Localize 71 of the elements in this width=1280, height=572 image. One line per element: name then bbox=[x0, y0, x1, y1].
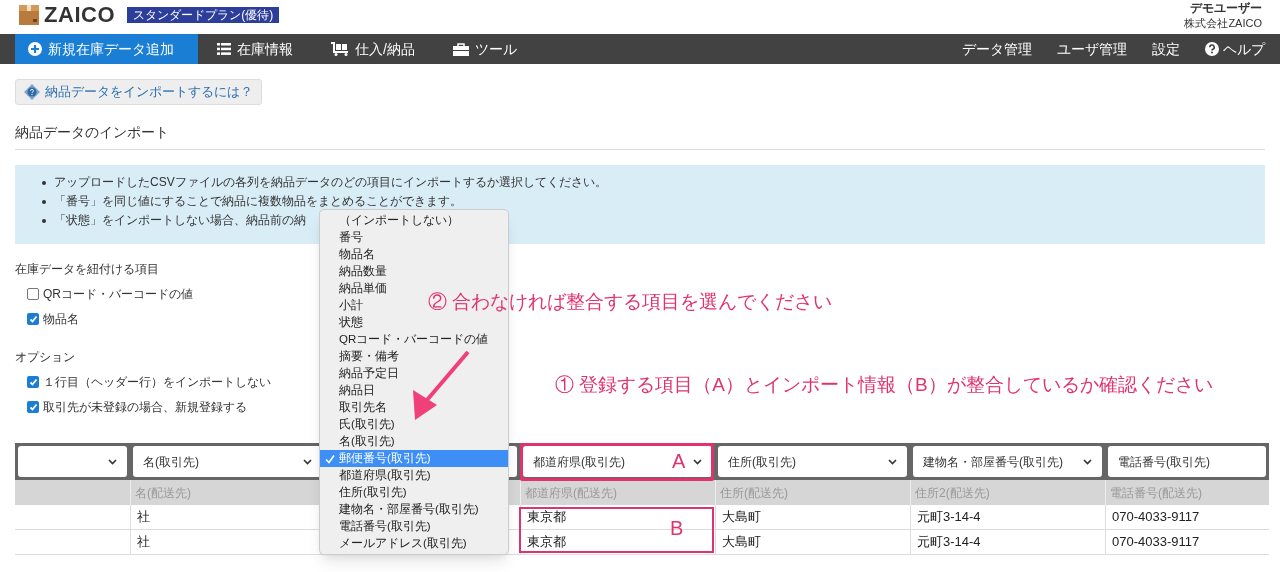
dropdown-option[interactable]: 納品日 bbox=[320, 382, 378, 399]
info-text: アップロードしたCSVファイルの各列を納品データのどの項目にインポートするか選択してください。 bbox=[54, 174, 607, 191]
table-cell: 元町3-14-4 bbox=[910, 505, 1105, 530]
nav-tab[interactable]: 在庫情報 bbox=[198, 34, 312, 64]
box-label: A bbox=[672, 449, 686, 473]
bullet-icon bbox=[42, 180, 46, 185]
dropdown-option[interactable]: 納品予定日 bbox=[320, 365, 402, 382]
chevron-down-icon bbox=[108, 458, 117, 465]
dropdown-option[interactable]: 納品数量 bbox=[320, 263, 390, 280]
nav-tab[interactable]: 仕入/納品 bbox=[312, 34, 434, 64]
dropdown-option[interactable]: 物品名 bbox=[320, 246, 378, 263]
dropdown-option[interactable]: 番号 bbox=[320, 229, 366, 246]
checkbox[interactable] bbox=[27, 288, 39, 300]
question-diamond-icon bbox=[24, 84, 40, 100]
column-select[interactable]: 建物名・部屋番号(取引先) bbox=[913, 446, 1102, 477]
dropdown-option[interactable]: QRコード・バーコードの値 bbox=[320, 331, 492, 348]
cart-icon bbox=[331, 42, 349, 56]
checkbox-label: １行目（ヘッダー行）をインポートしない bbox=[43, 374, 271, 391]
checkbox-label: 物品名 bbox=[43, 311, 79, 328]
user-name: デモユーザー bbox=[1190, 0, 1262, 16]
info-text: 「状態」をインポートしない場合、納品前の納 bbox=[54, 212, 306, 229]
nav-link[interactable]: データ管理 bbox=[962, 38, 1032, 60]
nav-tab[interactable]: 新規在庫データ追加 bbox=[15, 34, 198, 64]
column-select[interactable]: 住所(取引先) bbox=[718, 446, 907, 477]
dropdown-option[interactable]: 氏(取引先) bbox=[320, 416, 398, 433]
table-cell: 070-4033-9117 bbox=[1105, 505, 1269, 530]
checkmark-icon bbox=[325, 453, 335, 464]
chevron-down-icon bbox=[1083, 458, 1092, 465]
nav-link[interactable]: 設定 bbox=[1152, 38, 1180, 60]
group-title: オプション bbox=[15, 349, 75, 366]
annotation-text: ② 合わなければ整合する項目を選んでください bbox=[428, 290, 833, 314]
annotation-arrow bbox=[413, 350, 470, 420]
checkbox-label: 取引先が未登録の場合、新規登録する bbox=[43, 399, 247, 416]
section-title: 納品データのインポート bbox=[15, 124, 169, 140]
checkbox[interactable] bbox=[27, 376, 39, 388]
table-cell: 大島町 bbox=[715, 505, 910, 530]
company-name: 株式会社ZAICO bbox=[1184, 16, 1262, 31]
group-title: 在庫データを紐付ける項目 bbox=[15, 261, 159, 278]
info-text: 「番号」を同じ値にすることで納品に複数物品をまとめることができます。 bbox=[54, 193, 462, 210]
nav-link[interactable]: ヘルプ bbox=[1205, 38, 1265, 60]
chevron-down-icon bbox=[888, 458, 897, 465]
chevron-down-icon bbox=[303, 458, 312, 465]
table-cell: 元町3-14-4 bbox=[910, 530, 1105, 555]
dropdown-option[interactable]: 名(取引先) bbox=[320, 433, 398, 450]
chevron-down-icon bbox=[693, 458, 702, 465]
dropdown-option[interactable]: （インポートしない） bbox=[320, 212, 462, 229]
dropdown-option[interactable]: 小計 bbox=[320, 297, 366, 314]
help-icon bbox=[1205, 42, 1219, 56]
toolbox-icon bbox=[452, 42, 469, 56]
table-cell: 070-4033-9117 bbox=[1105, 530, 1269, 555]
list-icon bbox=[217, 43, 231, 55]
dropdown-option[interactable]: 状態 bbox=[320, 314, 366, 331]
checkbox[interactable] bbox=[27, 401, 39, 413]
checkbox-label: QRコード・バーコードの値 bbox=[43, 286, 193, 303]
help-link-button[interactable]: 納品データをインポートするには？ bbox=[15, 79, 262, 105]
dropdown-option[interactable]: 摘要・備考 bbox=[320, 348, 402, 365]
logo-text: ZAICO bbox=[44, 4, 116, 26]
table-cell: 大島町 bbox=[715, 530, 910, 555]
dropdown-option[interactable]: 取引先名 bbox=[320, 399, 390, 416]
nav-tab[interactable]: ツール bbox=[433, 34, 536, 64]
annotation-text: ① 登録する項目（A）とインポート情報（B）が整合しているか確認ください bbox=[555, 373, 1213, 397]
plus-circle-icon bbox=[28, 42, 42, 56]
box-logo-icon bbox=[18, 4, 40, 26]
checkbox[interactable] bbox=[27, 313, 39, 325]
bullet-icon bbox=[42, 199, 46, 204]
column-select[interactable]: 名(取引先) bbox=[133, 446, 322, 477]
plan-badge: スタンダードプラン(優待) bbox=[127, 7, 280, 23]
bullet-icon bbox=[42, 218, 46, 223]
dropdown-option[interactable]: 納品単価 bbox=[320, 280, 390, 297]
nav-link[interactable]: ユーザ管理 bbox=[1057, 38, 1127, 60]
column-select[interactable]: 電話番号(取引先) bbox=[1108, 446, 1266, 477]
